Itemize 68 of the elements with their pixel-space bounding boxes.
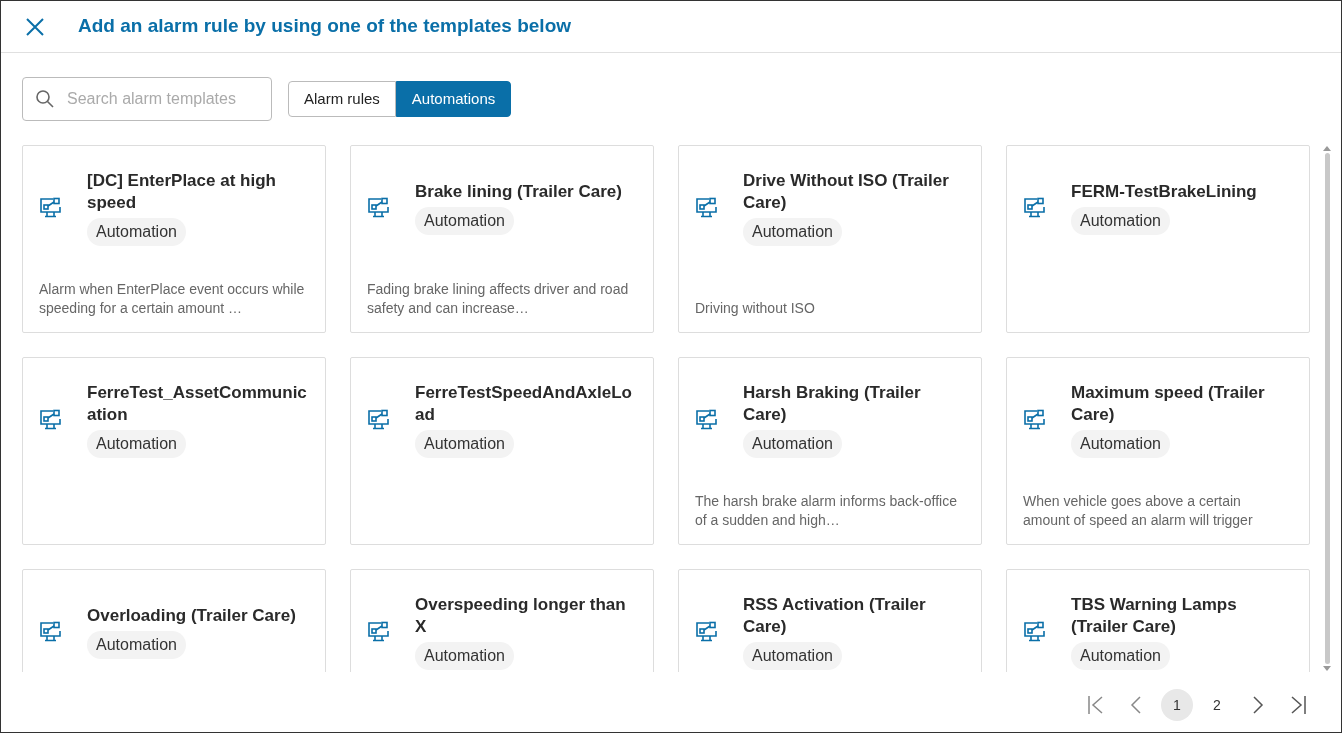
template-description: Alarm when EnterPlace event occurs while speeding for a certain amount … [39, 280, 306, 318]
template-name: FERM-TestBrakeLining [1071, 180, 1257, 203]
type-tag: Automation [1071, 429, 1170, 458]
template-card[interactable]: FERM-TestBrakeLining Automation [1006, 145, 1310, 333]
template-card[interactable]: Brake lining (Trailer Care) Automation Fading brake lining affects driver and road safety and can increase… [350, 145, 654, 333]
scroll-up-icon[interactable] [1323, 145, 1331, 151]
scrollbar-thumb[interactable] [1324, 153, 1330, 664]
dialog-title: Add an alarm rule by using one of the templates below [78, 14, 572, 39]
monitor-icon [39, 408, 63, 431]
template-card[interactable]: [DC] EnterPlace at high speed Automation Alarm when EnterPlace event occurs while speeding for a certain amount … [22, 145, 326, 333]
search-icon [35, 89, 55, 109]
template-name: Overspeeding longer than X [415, 593, 627, 638]
close-icon [25, 16, 45, 37]
monitor-icon [367, 620, 391, 643]
template-card[interactable]: Overloading (Trailer Care) Automation [22, 569, 326, 672]
type-tag: Automation [1071, 641, 1170, 670]
template-card[interactable]: Drive Without ISO (Trailer Care) Automation Driving without ISO [678, 145, 982, 333]
monitor-icon [367, 196, 391, 219]
page-button[interactable]: 1 [1161, 689, 1193, 721]
monitor-icon [39, 196, 63, 219]
template-description: Fading brake lining affects driver and road safety and can increase… [367, 280, 630, 318]
monitor-icon [695, 620, 719, 643]
template-card[interactable]: Overspeeding longer than X Automation [350, 569, 654, 672]
type-tag: Automation [87, 217, 186, 246]
template-name: Drive Without ISO (Trailer Care) [743, 169, 950, 214]
monitor-icon [695, 196, 719, 219]
template-name: FerreTest_AssetCommunication [87, 381, 307, 426]
template-name: Harsh Braking (Trailer Care) [743, 381, 922, 426]
template-name: Overloading (Trailer Care) [87, 604, 296, 627]
monitor-icon [1023, 196, 1047, 219]
template-name: Maximum speed (Trailer Care) [1071, 381, 1266, 426]
template-name: FerreTestSpeedAndAxleLoad [415, 381, 633, 426]
first-page-icon [1087, 695, 1105, 715]
scroll-down-icon[interactable] [1323, 666, 1331, 672]
monitor-icon [367, 408, 391, 431]
template-name: Brake lining (Trailer Care) [415, 180, 622, 203]
monitor-icon [695, 408, 719, 431]
template-name: RSS Activation (Trailer Care) [743, 593, 927, 638]
template-card[interactable]: RSS Activation (Trailer Care) Automation [678, 569, 982, 672]
type-tag: Automation [743, 429, 842, 458]
template-description: Driving without ISO [695, 299, 816, 318]
template-name: TBS Warning Lamps (Trailer Care) [1071, 593, 1238, 638]
type-tag: Automation [415, 429, 514, 458]
template-card[interactable]: FerreTest_AssetCommunication Automation [22, 357, 326, 545]
monitor-icon [1023, 620, 1047, 643]
template-name: [DC] EnterPlace at high speed [87, 169, 277, 214]
type-tag: Automation [743, 641, 842, 670]
template-card[interactable]: Maximum speed (Trailer Care) Automation When vehicle goes above a certain amount of speed an alarm will trigger [1006, 357, 1310, 545]
last-page-icon [1289, 695, 1307, 715]
type-tag: Automation [87, 630, 186, 659]
template-description: The harsh brake alarm informs back-office of a sudden and high… [695, 492, 958, 530]
filter-tab[interactable]: Alarm rules [288, 81, 396, 117]
type-tag: Automation [87, 429, 186, 458]
template-description: When vehicle goes above a certain amount of speed an alarm will trigger [1023, 492, 1254, 530]
type-tag: Automation [743, 217, 842, 246]
next-icon [1252, 695, 1264, 715]
type-tag: Automation [1071, 206, 1170, 235]
page-button[interactable]: 2 [1201, 689, 1233, 721]
monitor-icon [1023, 408, 1047, 431]
previous-icon [1130, 695, 1142, 715]
type-tag: Automation [415, 641, 514, 670]
template-card[interactable]: Harsh Braking (Trailer Care) Automation The harsh brake alarm informs back-office of a sudden and high… [678, 357, 982, 545]
template-card[interactable]: TBS Warning Lamps (Trailer Care) Automation [1006, 569, 1310, 672]
type-tag: Automation [415, 206, 514, 235]
search-field[interactable]: Search alarm templates [22, 77, 272, 121]
template-card[interactable]: FerreTestSpeedAndAxleLoad Automation [350, 357, 654, 545]
filter-tab[interactable]: Automations [395, 81, 512, 117]
monitor-icon [39, 620, 63, 643]
